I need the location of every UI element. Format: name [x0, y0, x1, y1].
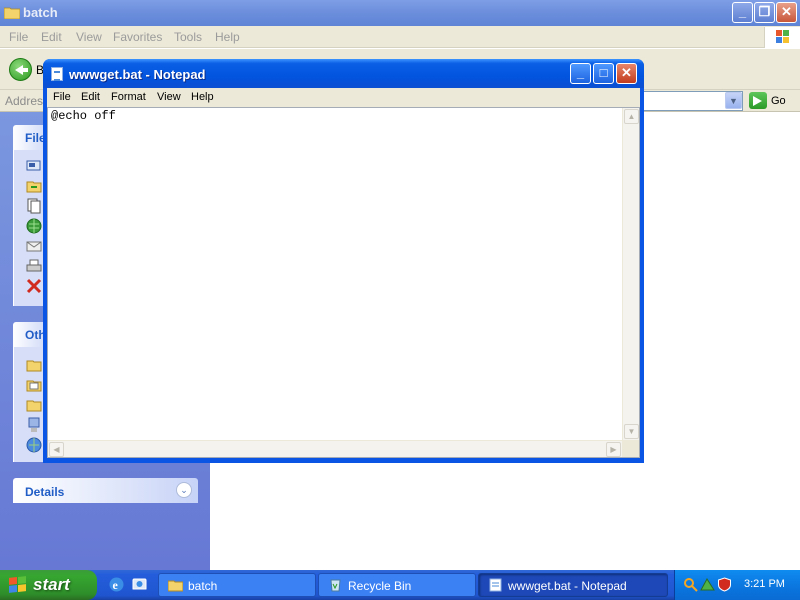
windows-logo-icon: [764, 27, 800, 48]
my-documents-icon[interactable]: [26, 377, 42, 393]
taskbar: start e batch Recycle Bin wwwget.bat - N…: [0, 570, 800, 600]
np-menu-format[interactable]: Format: [111, 91, 146, 103]
go-arrow-icon[interactable]: [749, 92, 767, 109]
task-label: Recycle Bin: [348, 579, 412, 593]
np-menu-edit[interactable]: Edit: [81, 91, 100, 103]
show-desktop-icon[interactable]: [131, 576, 148, 593]
notepad-icon: [51, 67, 63, 81]
move-icon[interactable]: [26, 178, 42, 194]
publish-web-icon[interactable]: [26, 218, 42, 234]
notepad-icon: [489, 578, 502, 592]
task-label: wwwget.bat - Notepad: [508, 579, 627, 593]
go-button[interactable]: Go: [771, 95, 786, 107]
menu-edit[interactable]: Edit: [41, 30, 62, 44]
my-computer-icon[interactable]: [26, 417, 42, 433]
recycle-bin-icon: [330, 579, 341, 592]
notepad-title-bar[interactable]: wwwget.bat - Notepad _ □ ✕: [43, 59, 644, 88]
clock: 3:21 PM: [744, 578, 785, 590]
horizontal-scrollbar[interactable]: ◀ ▶: [48, 440, 622, 457]
notepad-menu-bar: File Edit Format View Help: [47, 88, 640, 107]
notepad-window: wwwget.bat - Notepad _ □ ✕ File Edit For…: [43, 59, 644, 463]
menu-file[interactable]: File: [9, 30, 28, 44]
np-menu-help[interactable]: Help: [191, 91, 214, 103]
chevron-down-icon[interactable]: ▼: [725, 92, 742, 109]
notepad-minimize-button[interactable]: _: [570, 63, 591, 84]
start-button[interactable]: start: [0, 570, 97, 600]
task-recycle-bin[interactable]: Recycle Bin: [318, 573, 476, 597]
explorer-restore-button[interactable]: ❐: [754, 2, 775, 23]
task-batch[interactable]: batch: [158, 573, 316, 597]
task-label: batch: [188, 579, 218, 593]
delete-icon[interactable]: [26, 278, 42, 294]
np-menu-view[interactable]: View: [157, 91, 181, 103]
scroll-up-icon[interactable]: ▲: [624, 109, 639, 124]
print-icon[interactable]: [26, 258, 42, 274]
folder-icon: [168, 580, 183, 592]
copy-icon[interactable]: [26, 198, 42, 214]
explorer-title-bar[interactable]: batch _ ❐ ✕: [0, 0, 800, 26]
notepad-maximize-button[interactable]: □: [593, 63, 614, 84]
start-label: start: [33, 575, 70, 594]
rename-icon[interactable]: [26, 158, 42, 174]
internet-explorer-icon[interactable]: e: [108, 576, 125, 593]
details-header[interactable]: Details ⌄: [13, 478, 198, 503]
scroll-down-icon[interactable]: ▼: [624, 424, 639, 439]
menu-view[interactable]: View: [76, 30, 102, 44]
network-places-icon[interactable]: [26, 437, 42, 453]
task-notepad[interactable]: wwwget.bat - Notepad: [478, 573, 668, 597]
menu-tools[interactable]: Tools: [174, 30, 202, 44]
search-icon[interactable]: [683, 577, 698, 592]
vertical-scrollbar[interactable]: ▲ ▼: [622, 108, 639, 440]
explorer-menu-bar: File Edit View Favorites Tools Help: [0, 26, 800, 48]
notepad-text-area[interactable]: @echo off ▲ ▼ ◀ ▶: [47, 107, 640, 458]
system-tray: 3:21 PM: [674, 570, 800, 600]
explorer-title: batch: [23, 5, 58, 20]
svg-text:e: e: [113, 578, 119, 592]
folder-icon[interactable]: [26, 357, 42, 373]
back-icon[interactable]: [9, 58, 32, 81]
notepad-close-button[interactable]: ✕: [616, 63, 637, 84]
windows-flag-icon: [9, 576, 26, 594]
explorer-minimize-button[interactable]: _: [732, 2, 753, 23]
shared-documents-icon[interactable]: [26, 397, 42, 413]
menu-favorites[interactable]: Favorites: [113, 30, 162, 44]
scroll-left-icon[interactable]: ◀: [49, 442, 64, 457]
scroll-right-icon[interactable]: ▶: [606, 442, 621, 457]
email-icon[interactable]: [26, 238, 42, 254]
explorer-close-button[interactable]: ✕: [776, 2, 797, 23]
folder-icon: [4, 7, 20, 19]
network-status-icon[interactable]: [700, 577, 715, 592]
menu-help[interactable]: Help: [215, 30, 240, 44]
chevron-down-icon[interactable]: ⌄: [176, 482, 192, 498]
details-title: Details: [25, 485, 65, 499]
notepad-content[interactable]: @echo off: [51, 109, 116, 123]
security-shield-icon[interactable]: [717, 577, 732, 592]
scroll-corner: [622, 440, 639, 457]
notepad-title: wwwget.bat - Notepad: [69, 67, 206, 82]
np-menu-file[interactable]: File: [53, 91, 71, 103]
